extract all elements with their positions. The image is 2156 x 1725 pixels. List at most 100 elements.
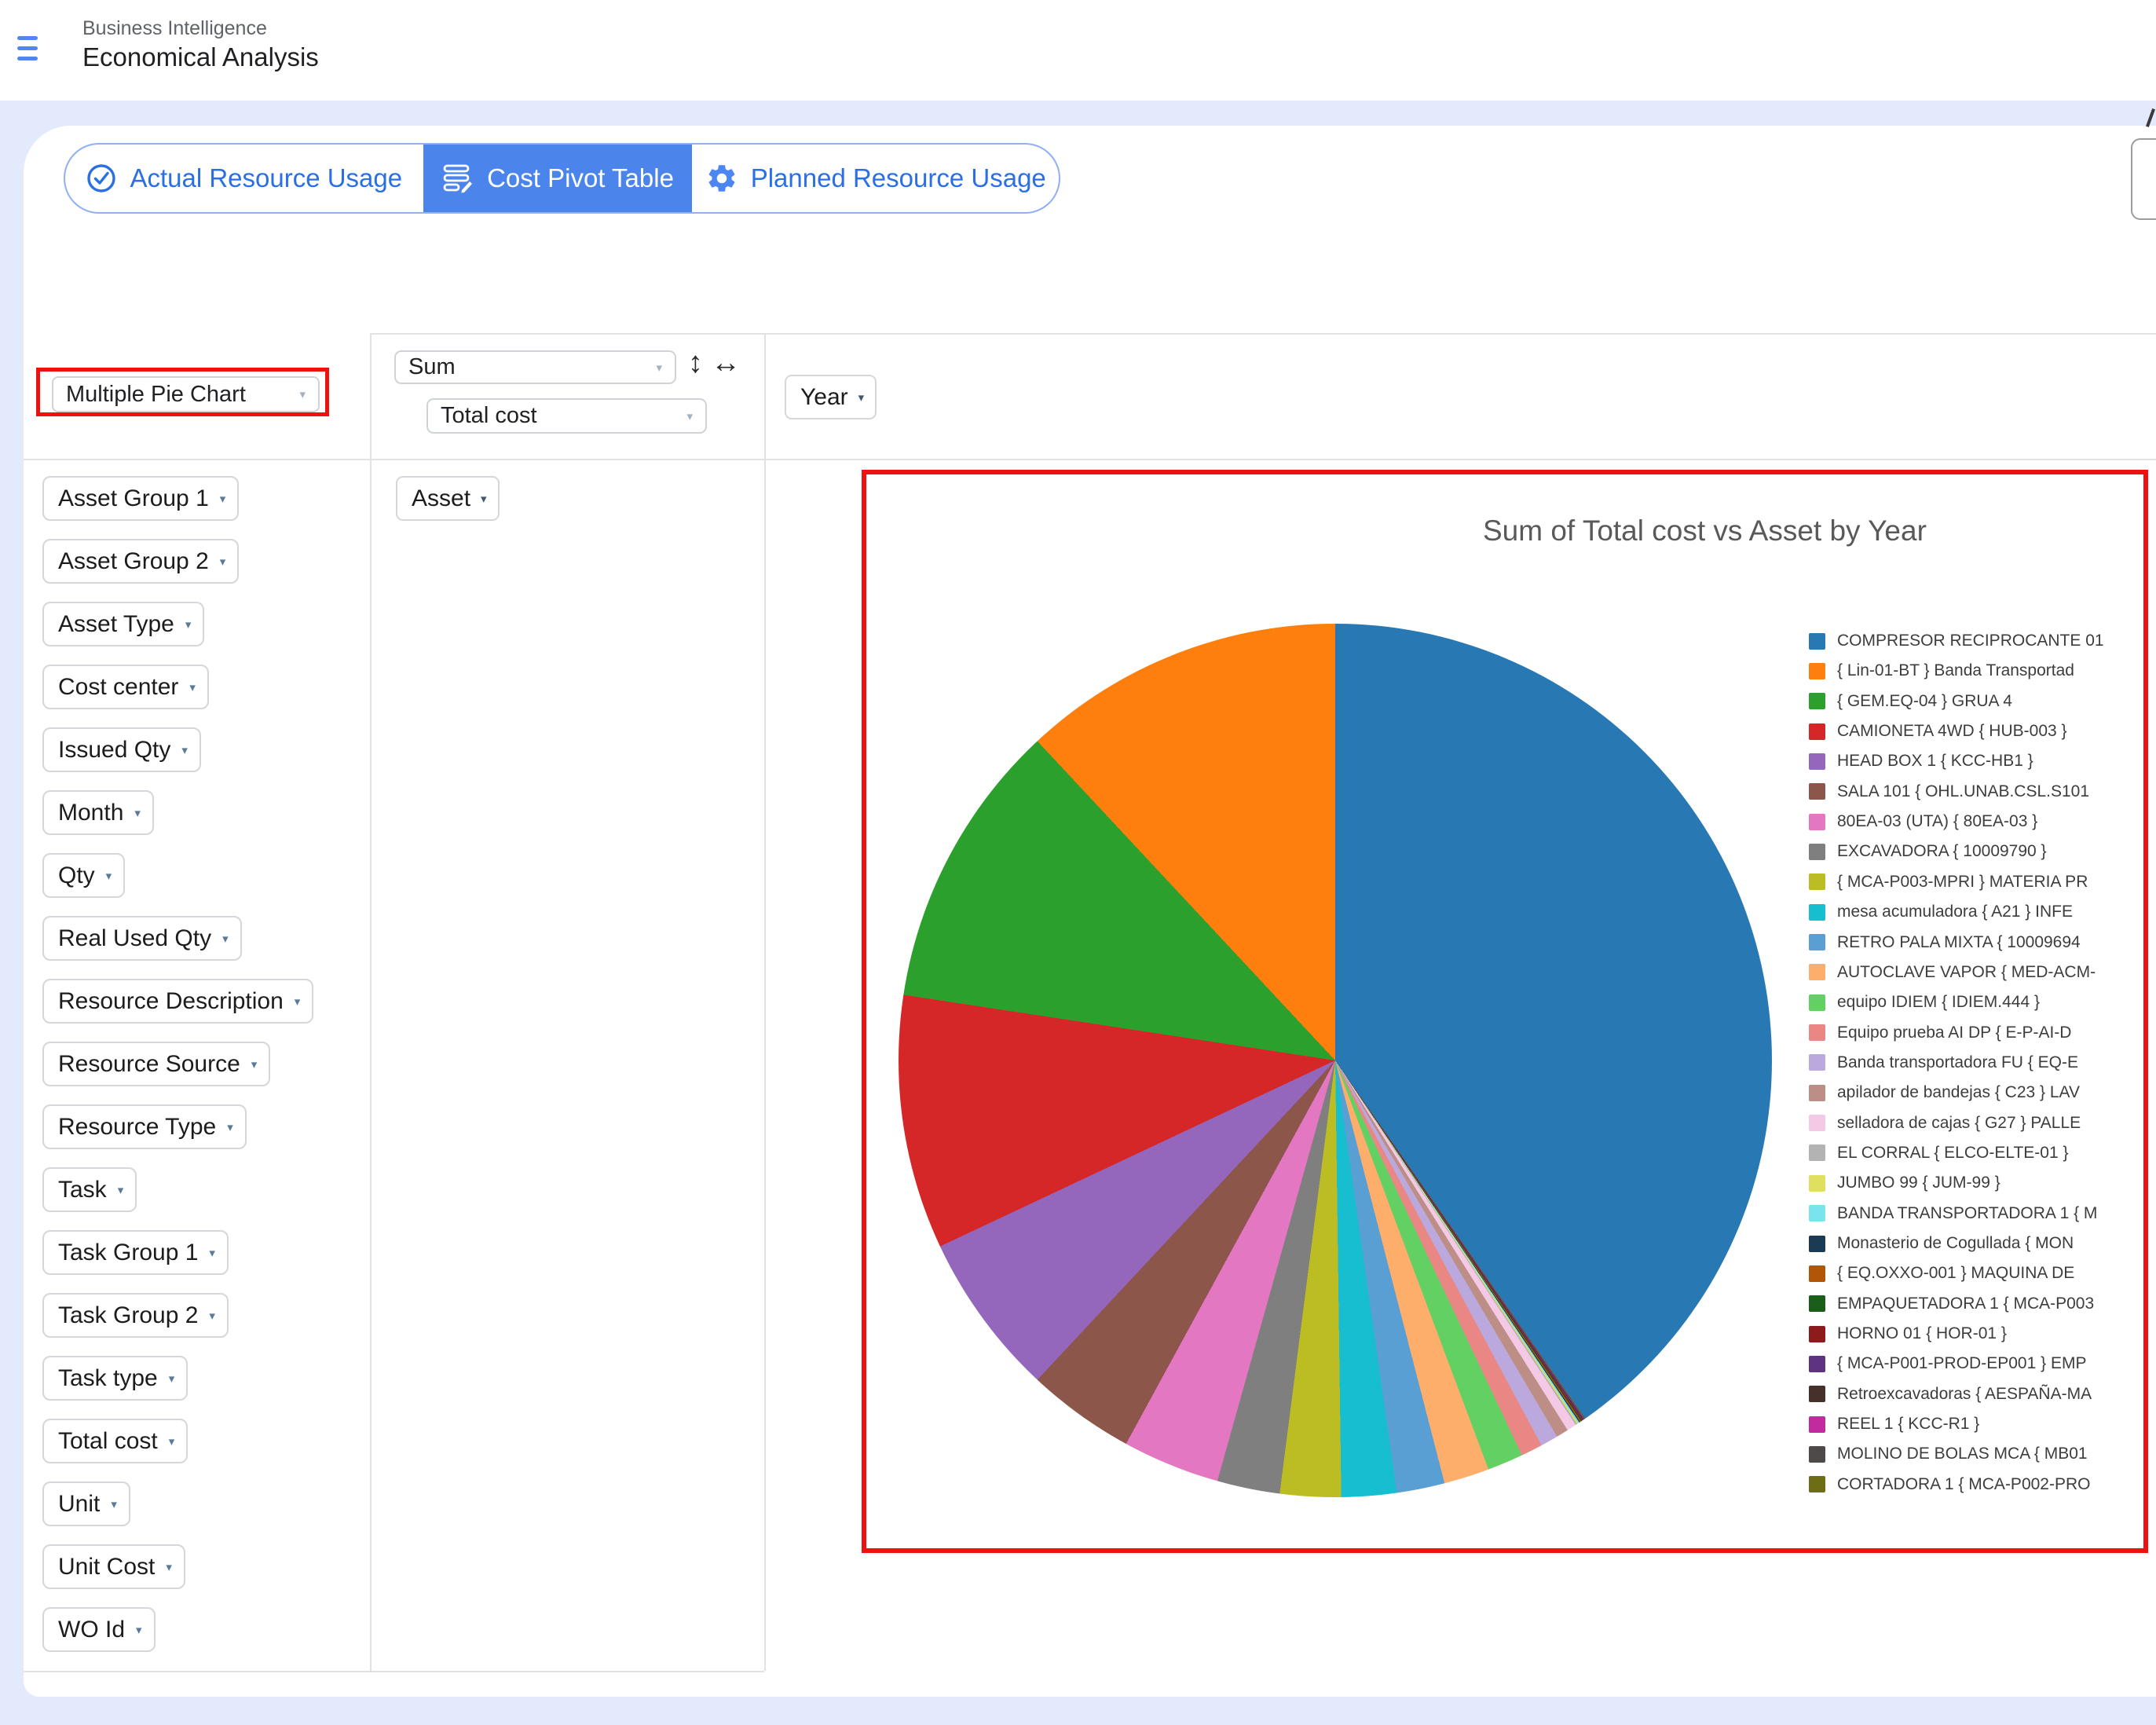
legend-item[interactable]: EXCAVADORA { 10009790 } xyxy=(1809,840,2145,863)
legend-label: AUTOCLAVE VAPOR { MED-ACM- xyxy=(1837,963,2096,982)
field-chip-label: Real Used Qty xyxy=(44,925,211,952)
legend-item[interactable]: { MCA-P001-PROD-EP001 } EMP xyxy=(1809,1352,2145,1375)
legend-item[interactable]: COMPRESOR RECIPROCANTE 01 xyxy=(1809,629,2145,653)
field-chip-wo-id[interactable]: WO Id▾ xyxy=(42,1607,156,1652)
tab-actual-resource-usage[interactable]: Actual Resource Usage xyxy=(65,145,423,212)
tab-cost-pivot-table[interactable]: Cost Pivot Table xyxy=(423,145,693,212)
field-chip-asset-group-1[interactable]: Asset Group 1▾ xyxy=(42,476,239,521)
row-field-asset[interactable]: Asset ▾ xyxy=(396,476,500,521)
legend-item[interactable]: selladora de cajas { G27 } PALLE xyxy=(1809,1112,2145,1135)
legend-swatch xyxy=(1809,723,1825,740)
legend-item[interactable]: EMPAQUETADORA 1 { MCA-P003 xyxy=(1809,1292,2145,1316)
field-chip-task-type[interactable]: Task type▾ xyxy=(42,1356,188,1401)
field-chip-issued-qty[interactable]: Issued Qty▾ xyxy=(42,727,201,772)
legend-item[interactable]: HEAD BOX 1 { KCC-HB1 } xyxy=(1809,749,2145,773)
chart-type-select[interactable]: Multiple Pie Chart ▾ xyxy=(52,376,320,412)
legend-item[interactable]: { GEM.EQ-04 } GRUA 4 xyxy=(1809,690,2145,713)
legend-item[interactable]: { Lin-01-BT } Banda Transportad xyxy=(1809,659,2145,683)
legend-label: Banda transportadora FU { EQ-E xyxy=(1837,1053,2078,1072)
field-chip-task-group-2[interactable]: Task Group 2▾ xyxy=(42,1293,229,1338)
legend-item[interactable]: Retroexcavadoras { AESPAÑA-MA xyxy=(1809,1383,2145,1406)
field-chip-month[interactable]: Month▾ xyxy=(42,790,154,835)
field-chip-asset-group-2[interactable]: Asset Group 2▾ xyxy=(42,539,239,584)
chevron-down-icon: ▾ xyxy=(198,1309,227,1323)
tab-label: Planned Resource Usage xyxy=(751,163,1046,193)
legend-swatch xyxy=(1809,783,1825,800)
aggregation-select[interactable]: Sum ▾ xyxy=(394,350,676,384)
legend-item[interactable]: BANDA TRANSPORTADORA 1 { M xyxy=(1809,1202,2145,1225)
legend-item[interactable]: EL CORRAL { ELCO-ELTE-01 } xyxy=(1809,1141,2145,1165)
field-chip-unit[interactable]: Unit▾ xyxy=(42,1481,130,1526)
resize-arrows[interactable]: ↕↔ xyxy=(688,346,749,380)
legend-swatch xyxy=(1809,693,1825,709)
field-chip-real-used-qty[interactable]: Real Used Qty▾ xyxy=(42,916,242,961)
field-chip-label: Task Group 1 xyxy=(44,1240,198,1266)
field-chip-label: Task xyxy=(44,1177,107,1203)
legend-item[interactable]: SALA 101 { OHL.UNAB.CSL.S101 xyxy=(1809,780,2145,804)
legend-swatch xyxy=(1809,873,1825,890)
view-tabbar: Actual Resource Usage Cost Pivot Table P… xyxy=(64,143,1060,214)
field-chip-label: Asset Type xyxy=(44,611,174,638)
clipped-panel[interactable] xyxy=(2131,138,2156,220)
fields-column: Asset Group 1▾Asset Group 2▾Asset Type▾C… xyxy=(42,476,313,1652)
legend-item[interactable]: 80EA-03 (UTA) { 80EA-03 } xyxy=(1809,810,2145,833)
legend-item[interactable]: CAMIONETA 4WD { HUB-003 } xyxy=(1809,720,2145,743)
legend-item[interactable]: REEL 1 { KCC-R1 } xyxy=(1809,1412,2145,1436)
gear-icon xyxy=(705,162,738,195)
tab-planned-resource-usage[interactable]: Planned Resource Usage xyxy=(692,145,1059,212)
legend-item[interactable]: mesa acumuladora { A21 } INFE xyxy=(1809,900,2145,924)
legend-label: COMPRESOR RECIPROCANTE 01 xyxy=(1837,632,2104,650)
chevron-down-icon: ▾ xyxy=(170,743,199,757)
legend-item[interactable]: JUMBO 99 { JUM-99 } xyxy=(1809,1171,2145,1195)
legend-swatch xyxy=(1809,964,1825,980)
field-chip-task[interactable]: Task▾ xyxy=(42,1167,137,1212)
legend-item[interactable]: HORNO 01 { HOR-01 } xyxy=(1809,1322,2145,1346)
field-chip-resource-description[interactable]: Resource Description▾ xyxy=(42,979,313,1024)
legend-item[interactable]: AUTOCLAVE VAPOR { MED-ACM- xyxy=(1809,961,2145,984)
legend-label: mesa acumuladora { A21 } INFE xyxy=(1837,903,2073,921)
field-chip-label: Unit xyxy=(44,1491,100,1518)
legend-item[interactable]: apilador de bandejas { C23 } LAV xyxy=(1809,1081,2145,1104)
field-chip-task-group-1[interactable]: Task Group 1▾ xyxy=(42,1230,229,1275)
resize-vertical-icon[interactable]: ↕ xyxy=(688,346,711,379)
pivot-bottom-border xyxy=(24,1671,764,1672)
chevron-down-icon: ▾ xyxy=(686,409,705,423)
field-chip-label: Task type xyxy=(44,1365,158,1392)
pivot-column-divider-2 xyxy=(764,333,766,1671)
pivot-table-edit-icon xyxy=(441,162,474,195)
chevron-down-icon: ▾ xyxy=(158,1434,187,1448)
legend-swatch xyxy=(1809,1175,1825,1192)
check-circle-icon xyxy=(86,163,117,194)
pivot-top-border xyxy=(370,333,2156,335)
menu-icon[interactable] xyxy=(17,36,38,61)
field-chip-total-cost[interactable]: Total cost▾ xyxy=(42,1419,188,1463)
legend-swatch xyxy=(1809,1236,1825,1252)
legend-label: CORTADORA 1 { MCA-P002-PRO xyxy=(1837,1475,2090,1494)
measure-select[interactable]: Total cost ▾ xyxy=(426,398,707,434)
field-chip-resource-source[interactable]: Resource Source▾ xyxy=(42,1042,270,1086)
field-chip-resource-type[interactable]: Resource Type▾ xyxy=(42,1104,247,1149)
legend-label: { MCA-P003-MPRI } MATERIA PR xyxy=(1837,873,2088,892)
legend-item[interactable]: MOLINO DE BOLAS MCA { MB01 xyxy=(1809,1442,2145,1466)
chevron-down-icon: ▾ xyxy=(211,932,240,946)
legend-item[interactable]: { MCA-P003-MPRI } MATERIA PR xyxy=(1809,870,2145,894)
field-chip-unit-cost[interactable]: Unit Cost▾ xyxy=(42,1544,185,1589)
legend-item[interactable]: { EQ.OXXO-001 } MAQUINA DE xyxy=(1809,1262,2145,1285)
field-chip-asset-type[interactable]: Asset Type▾ xyxy=(42,602,204,646)
field-chip-label: Asset Group 1 xyxy=(44,485,209,512)
legend-item[interactable]: Monasterio de Cogullada { MON xyxy=(1809,1232,2145,1255)
legend-item[interactable]: equipo IDIEM { IDIEM.444 } xyxy=(1809,991,2145,1014)
column-field-year[interactable]: Year ▾ xyxy=(785,375,877,419)
legend-swatch xyxy=(1809,1356,1825,1372)
chevron-down-icon: ▾ xyxy=(240,1057,269,1071)
legend-item[interactable]: CORTADORA 1 { MCA-P002-PRO xyxy=(1809,1473,2145,1496)
legend-item[interactable]: Equipo prueba AI DP { E-P-AI-D xyxy=(1809,1021,2145,1045)
chart-legend: COMPRESOR RECIPROCANTE 01 { Lin-01-BT } B… xyxy=(866,474,2143,1548)
legend-item[interactable]: RETRO PALA MIXTA { 10009694 xyxy=(1809,931,2145,954)
field-chip-cost-center[interactable]: Cost center▾ xyxy=(42,665,209,709)
field-chip-label: Unit Cost xyxy=(44,1554,155,1580)
legend-item[interactable]: Banda transportadora FU { EQ-E xyxy=(1809,1051,2145,1075)
resize-horizontal-icon[interactable]: ↔ xyxy=(711,346,749,379)
chevron-down-icon: ▾ xyxy=(299,387,318,401)
field-chip-qty[interactable]: Qty▾ xyxy=(42,853,125,898)
